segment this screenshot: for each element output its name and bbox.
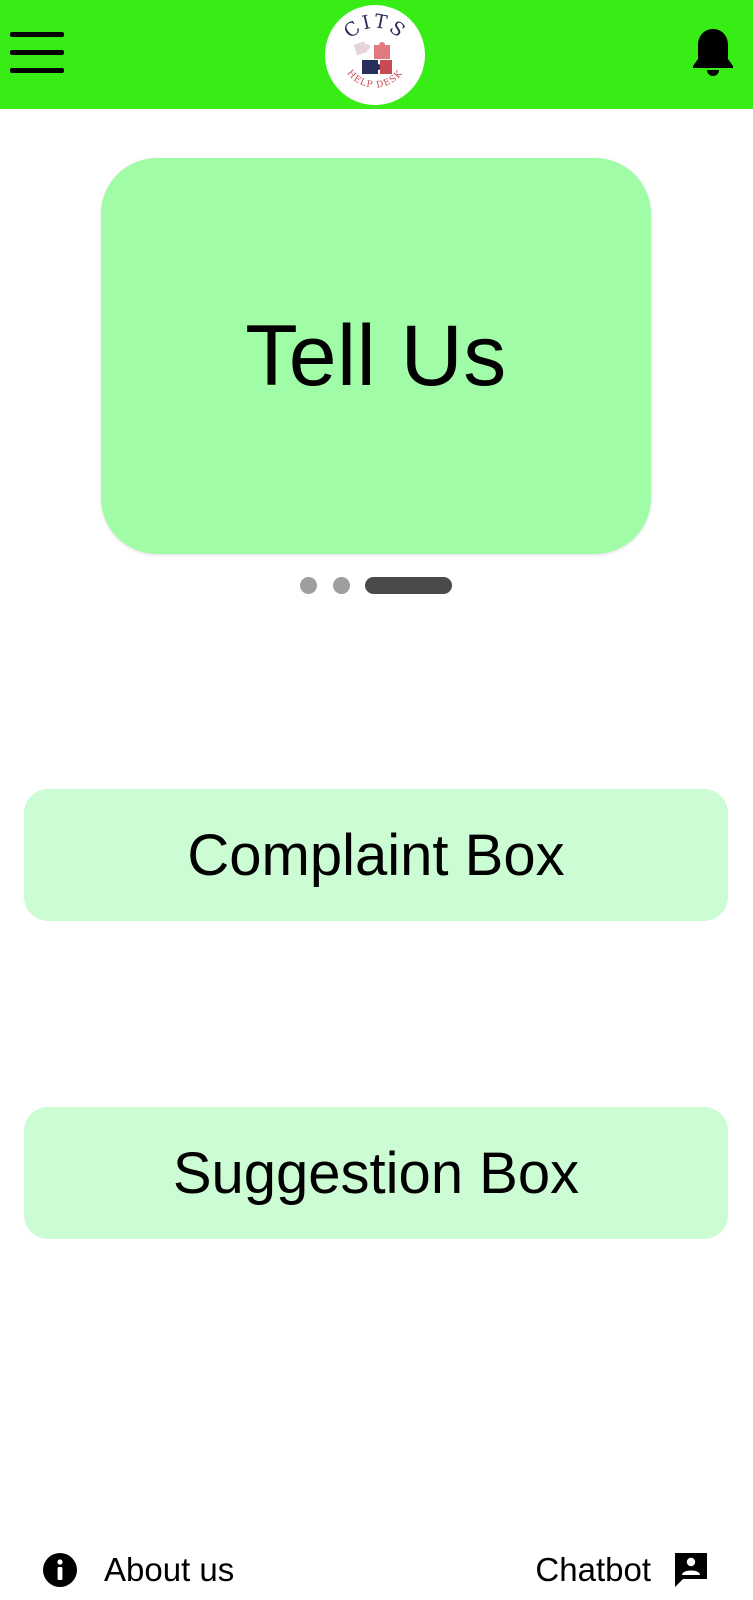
about-us-label: About us	[104, 1551, 235, 1588]
carousel-card-tell-us[interactable]: Tell Us	[101, 158, 651, 554]
carousel-dot-3-active[interactable]	[365, 577, 452, 594]
complaint-box-label: Complaint Box	[187, 822, 565, 888]
chatbot-label: Chatbot	[535, 1551, 651, 1588]
carousel-dot-1[interactable]	[300, 577, 317, 594]
chat-person-icon	[673, 1551, 709, 1589]
app-screen: CITS HELP DESK Tell Us Complaint Box Sug…	[0, 0, 753, 1600]
info-icon	[42, 1552, 78, 1588]
hamburger-menu-icon[interactable]	[10, 28, 64, 78]
suggestion-box-label: Suggestion Box	[172, 1140, 580, 1206]
bell-icon[interactable]	[690, 26, 736, 78]
suggestion-box-button[interactable]: Suggestion Box	[24, 1107, 728, 1239]
svg-text:CITS: CITS	[340, 10, 411, 43]
chatbot-button[interactable]: Chatbot	[535, 1545, 709, 1595]
carousel-dot-2[interactable]	[333, 577, 350, 594]
carousel-card-title: Tell Us	[245, 307, 507, 404]
complaint-box-button[interactable]: Complaint Box	[24, 789, 728, 921]
about-us-button[interactable]: About us	[42, 1545, 234, 1595]
cits-help-desk-logo: CITS HELP DESK	[325, 5, 425, 105]
top-app-bar: CITS HELP DESK	[0, 0, 753, 109]
